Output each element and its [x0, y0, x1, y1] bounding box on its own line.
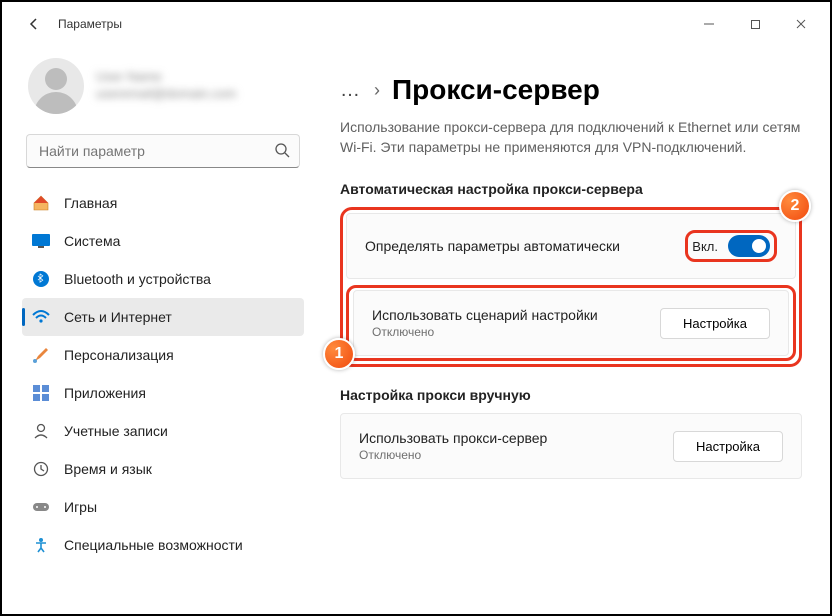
chevron-right-icon: › — [374, 80, 380, 101]
script-title: Использовать сценарий настройки — [372, 307, 598, 323]
sidebar-item-bluetooth[interactable]: Bluetooth и устройства — [22, 260, 304, 298]
page-description: Использование прокси-сервера для подключ… — [340, 118, 802, 157]
search-icon — [274, 142, 290, 163]
toggle-label: Вкл. — [692, 239, 718, 254]
back-button[interactable] — [18, 8, 50, 40]
manual-configure-button[interactable]: Настройка — [673, 431, 783, 462]
clock-icon — [32, 460, 50, 478]
auto-section-label: Автоматическая настройка прокси-сервера — [340, 181, 802, 197]
marker-1: 1 — [323, 338, 355, 370]
sidebar-item-accessibility[interactable]: Специальные возможности — [22, 526, 304, 564]
manual-section-label: Настройка прокси вручную — [340, 387, 802, 403]
user-info: User Name useremail@domain.com — [96, 69, 236, 103]
user-block[interactable]: User Name useremail@domain.com — [22, 58, 304, 114]
manual-status: Отключено — [359, 448, 547, 462]
page-title: Прокси-сервер — [392, 74, 600, 106]
window-controls — [686, 8, 824, 40]
auto-detect-card: Определять параметры автоматически Вкл. — [346, 213, 796, 279]
sidebar-item-label: Приложения — [64, 385, 146, 401]
window-title: Параметры — [58, 17, 122, 31]
arrow-left-icon — [27, 17, 41, 31]
bluetooth-icon — [32, 270, 50, 288]
sidebar-item-label: Учетные записи — [64, 423, 168, 439]
avatar — [28, 58, 84, 114]
breadcrumb: … › Прокси-сервер — [340, 74, 802, 106]
nav-list: Главная Система Bluetooth и устройства С… — [22, 184, 304, 564]
sidebar-item-label: Время и язык — [64, 461, 152, 477]
close-button[interactable] — [778, 8, 824, 40]
home-icon — [32, 194, 50, 212]
gamepad-icon — [32, 498, 50, 516]
sidebar-item-label: Игры — [64, 499, 97, 515]
sidebar-item-label: Главная — [64, 195, 117, 211]
person-icon — [32, 422, 50, 440]
apps-icon — [32, 384, 50, 402]
sidebar-item-personalization[interactable]: Персонализация — [22, 336, 304, 374]
breadcrumb-ellipsis[interactable]: … — [340, 79, 362, 102]
sidebar-item-label: Система — [64, 233, 120, 249]
brush-icon — [32, 346, 50, 364]
sidebar-item-label: Специальные возможности — [64, 537, 243, 553]
script-configure-button[interactable]: Настройка — [660, 308, 770, 339]
script-card: Использовать сценарий настройки Отключен… — [353, 290, 789, 356]
sidebar-item-gaming[interactable]: Игры — [22, 488, 304, 526]
auto-detect-title: Определять параметры автоматически — [365, 238, 620, 254]
minimize-button[interactable] — [686, 8, 732, 40]
sidebar-item-system[interactable]: Система — [22, 222, 304, 260]
sidebar: User Name useremail@domain.com Главная С… — [2, 46, 312, 614]
sidebar-item-time[interactable]: Время и язык — [22, 450, 304, 488]
sidebar-item-apps[interactable]: Приложения — [22, 374, 304, 412]
system-icon — [32, 232, 50, 250]
sidebar-item-network[interactable]: Сеть и Интернет — [22, 298, 304, 336]
titlebar: Параметры — [2, 2, 830, 46]
manual-proxy-card: Использовать прокси-сервер Отключено Нас… — [340, 413, 802, 479]
highlight-annotation-group: 1 2 Определять параметры автоматически В… — [340, 207, 802, 367]
sidebar-item-label: Персонализация — [64, 347, 174, 363]
sidebar-item-label: Сеть и Интернет — [64, 309, 172, 325]
script-status: Отключено — [372, 325, 598, 339]
manual-title: Использовать прокси-сервер — [359, 430, 547, 446]
sidebar-item-home[interactable]: Главная — [22, 184, 304, 222]
search-input[interactable] — [26, 134, 300, 168]
sidebar-item-label: Bluetooth и устройства — [64, 271, 211, 287]
marker-2: 2 — [779, 190, 811, 222]
wifi-icon — [32, 308, 50, 326]
search-box — [26, 134, 300, 168]
auto-detect-toggle[interactable] — [728, 235, 770, 257]
auto-detect-toggle-area: Вкл. — [692, 235, 770, 257]
sidebar-item-accounts[interactable]: Учетные записи — [22, 412, 304, 450]
main-content: … › Прокси-сервер Использование прокси-с… — [312, 46, 830, 614]
accessibility-icon — [32, 536, 50, 554]
maximize-button[interactable] — [732, 8, 778, 40]
